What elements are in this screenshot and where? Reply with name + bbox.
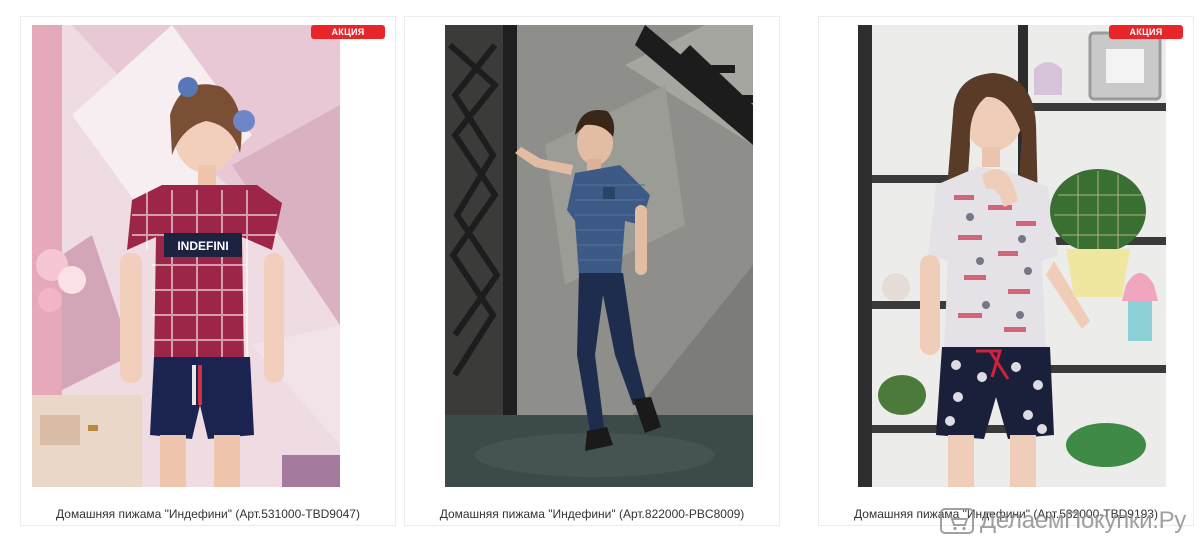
product-image-3[interactable] (858, 25, 1166, 487)
product-title[interactable]: Домашняя пижама "Индефини" (Арт.531000-T… (21, 507, 395, 521)
watermark-text: ДелаемПокупки.Ру (979, 507, 1186, 534)
site-watermark: ДелаемПокупки.Ру (939, 505, 1186, 537)
promo-badge: АКЦИЯ (1109, 25, 1183, 39)
shirt-print-text: INDEFINI (177, 239, 228, 253)
pajama-photo-3 (858, 25, 1166, 487)
pajama-photo-1: INDEFINI (32, 25, 340, 487)
product-image-2[interactable] (445, 25, 753, 487)
product-card-1[interactable]: INDEFINI АКЦИЯ Домашняя пижама "Индефини… (20, 16, 396, 526)
product-card-3[interactable]: АКЦИЯ Домашняя пижама "Индефини" (Арт.53… (818, 16, 1194, 526)
promo-badge: АКЦИЯ (311, 25, 385, 39)
product-card-2[interactable]: Домашняя пижама "Индефини" (Арт.822000-P… (404, 16, 780, 526)
product-title[interactable]: Домашняя пижама "Индефини" (Арт.822000-P… (405, 507, 779, 521)
pajama-photo-2 (445, 25, 753, 487)
product-image-1[interactable]: INDEFINI (32, 25, 340, 487)
shopping-cart-icon (939, 508, 974, 534)
